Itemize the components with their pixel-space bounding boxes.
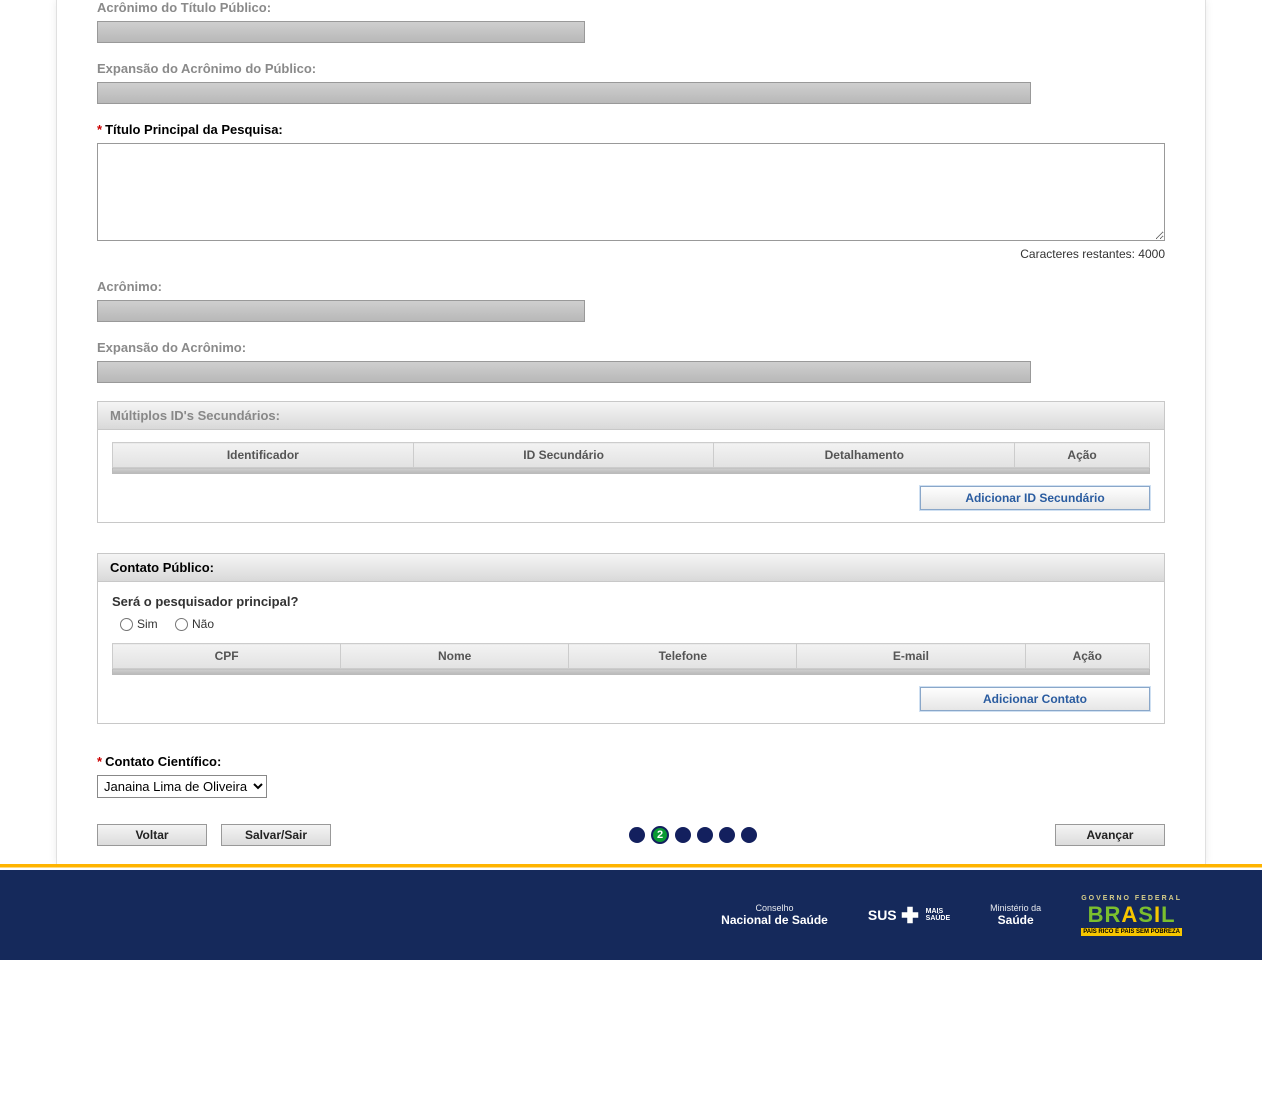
- radio-nao-text: Não: [192, 617, 214, 631]
- footer-brasil-logo: GOVERNO FEDERAL BRASIL PAÍS RICO É PAÍS …: [1081, 895, 1182, 936]
- step-dot-6[interactable]: [741, 827, 757, 843]
- public-contact-panel-title: Contato Público:: [98, 554, 1164, 582]
- step-indicator: 2: [629, 826, 757, 844]
- titulo-principal-textarea[interactable]: [97, 143, 1165, 241]
- acronimo-titulo-publico-input[interactable]: [97, 21, 585, 43]
- expansao-acronimo-publico-input[interactable]: [97, 82, 1031, 104]
- footer-conselho: Conselho Nacional de Saúde: [721, 903, 828, 927]
- step-dot-4[interactable]: [697, 827, 713, 843]
- expansao-acronimo-input[interactable]: [97, 361, 1031, 383]
- required-asterisk: *: [97, 122, 102, 137]
- step-dot-1[interactable]: [629, 827, 645, 843]
- footer-ministerio-line2: Saúde: [990, 913, 1041, 927]
- footer-sus-small2: SAÚDE: [926, 915, 951, 922]
- secondary-ids-panel: Múltiplos ID's Secundários: Identificado…: [97, 401, 1165, 523]
- add-contact-button[interactable]: Adicionar Contato: [920, 687, 1150, 711]
- step-dot-3[interactable]: [675, 827, 691, 843]
- titulo-principal-label-text: Título Principal da Pesquisa:: [105, 122, 283, 137]
- next-button[interactable]: Avançar: [1055, 824, 1165, 846]
- acronimo-input[interactable]: [97, 300, 585, 322]
- col-acao: Ação: [1015, 443, 1150, 468]
- footer-brasil-top: GOVERNO FEDERAL: [1081, 895, 1182, 902]
- required-asterisk: *: [97, 754, 102, 769]
- expansao-acronimo-label: Expansão do Acrônimo:: [97, 340, 1165, 355]
- footer-brasil-tag: PAÍS RICO É PAÍS SEM POBREZA: [1081, 928, 1182, 936]
- save-exit-button[interactable]: Salvar/Sair: [221, 824, 331, 846]
- char-counter-label: Caracteres restantes:: [1020, 247, 1135, 261]
- col-id-secundario: ID Secundário: [413, 443, 714, 468]
- footer: Conselho Nacional de Saúde SUS MAIS SAÚD…: [0, 870, 1262, 960]
- step-dot-5[interactable]: [719, 827, 735, 843]
- footer-sus-small: MAIS SAÚDE: [926, 908, 951, 922]
- scientific-contact-label: *Contato Científico:: [97, 754, 1165, 769]
- footer-sus-text: SUS: [868, 907, 897, 923]
- col-telefone: Telefone: [569, 644, 797, 669]
- acronimo-label: Acrônimo:: [97, 279, 1165, 294]
- back-button[interactable]: Voltar: [97, 824, 207, 846]
- radio-nao[interactable]: [175, 618, 188, 631]
- add-secondary-id-button[interactable]: Adicionar ID Secundário: [920, 486, 1150, 510]
- radio-sim-text: Sim: [137, 617, 158, 631]
- scientific-contact-label-text: Contato Científico:: [105, 754, 221, 769]
- plus-icon: [899, 904, 921, 926]
- acronimo-titulo-publico-label: Acrônimo do Título Público:: [97, 0, 1165, 15]
- secondary-ids-panel-title: Múltiplos ID's Secundários:: [98, 402, 1164, 430]
- char-counter-value: 4000: [1138, 247, 1165, 261]
- col-acao-contact: Ação: [1025, 644, 1150, 669]
- footer-ministerio-line1: Ministério da: [990, 903, 1041, 913]
- footer-ministerio: Ministério da Saúde: [990, 903, 1041, 927]
- col-email: E-mail: [797, 644, 1025, 669]
- col-nome: Nome: [341, 644, 569, 669]
- footer-brasil-text: BRASIL: [1088, 904, 1176, 926]
- secondary-ids-table: Identificador ID Secundário Detalhamento…: [112, 442, 1150, 474]
- scientific-contact-select[interactable]: Janaina Lima de Oliveira: [97, 775, 267, 798]
- nav-row: Voltar Salvar/Sair 2 Avançar: [97, 824, 1165, 854]
- col-cpf: CPF: [113, 644, 341, 669]
- public-contact-table: CPF Nome Telefone E-mail Ação: [112, 643, 1150, 675]
- table-row: [113, 468, 1150, 474]
- radio-sim-label[interactable]: Sim: [120, 617, 158, 631]
- titulo-principal-label: *Título Principal da Pesquisa:: [97, 122, 1165, 137]
- col-identificador: Identificador: [113, 443, 414, 468]
- radio-nao-label[interactable]: Não: [175, 617, 214, 631]
- footer-conselho-line1: Conselho: [721, 903, 828, 913]
- public-contact-panel: Contato Público: Será o pesquisador prin…: [97, 553, 1165, 724]
- step-dot-2[interactable]: 2: [651, 826, 669, 844]
- table-row: [113, 669, 1150, 675]
- step-dot-2-label: 2: [657, 829, 663, 841]
- col-detalhamento: Detalhamento: [714, 443, 1015, 468]
- principal-researcher-question: Será o pesquisador principal?: [112, 594, 1150, 609]
- expansao-acronimo-publico-label: Expansão do Acrônimo do Público:: [97, 61, 1165, 76]
- char-counter: Caracteres restantes: 4000: [97, 247, 1165, 261]
- footer-conselho-line2: Nacional de Saúde: [721, 913, 828, 927]
- radio-sim[interactable]: [120, 618, 133, 631]
- footer-sus-logo: SUS MAIS SAÚDE: [868, 904, 950, 926]
